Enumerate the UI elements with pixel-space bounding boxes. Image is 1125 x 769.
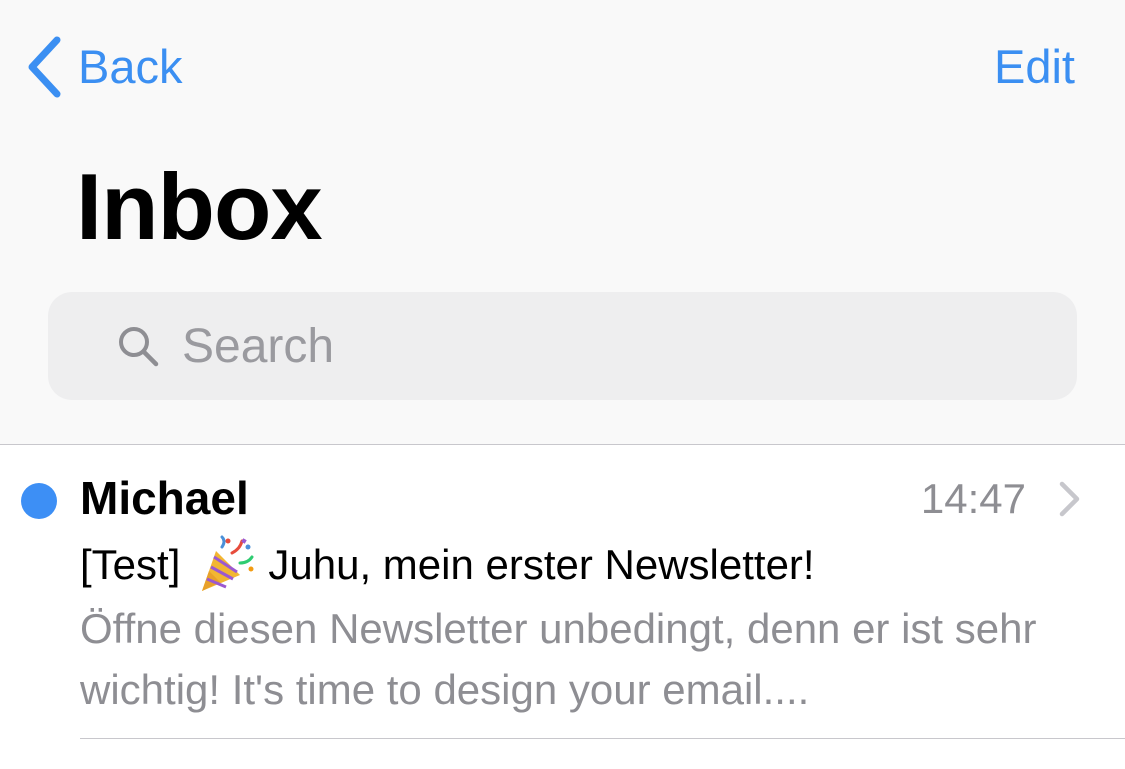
message-subject: [Test] Juhu, mein erster Newsletter!: [80, 535, 815, 595]
back-button-label: Back: [78, 40, 183, 93]
message-time: 14:47: [920, 475, 1026, 522]
edit-button[interactable]: Edit: [994, 34, 1075, 100]
message-subject-prefix: [Test]: [80, 541, 181, 588]
chevron-left-icon: [28, 36, 61, 98]
party-popper-icon: [202, 535, 254, 591]
message-subject-text: Juhu, mein erster Newsletter!: [268, 541, 815, 588]
mail-app: Back Edit Inbox Michael 14:47 [Test]: [0, 0, 1125, 769]
message-preview: Öffne diesen Newsletter unbedingt, denn …: [80, 605, 1037, 713]
search-bar[interactable]: [48, 292, 1077, 400]
navigation-bar: Back Edit Inbox: [0, 0, 1125, 445]
chevron-right-icon: [1059, 481, 1080, 517]
message-sender: Michael: [80, 472, 249, 524]
back-button[interactable]: Back: [24, 34, 183, 100]
unread-indicator: [21, 483, 57, 519]
row-divider: [80, 738, 1125, 739]
page-title: Inbox: [76, 154, 323, 259]
search-input[interactable]: [182, 318, 1032, 374]
search-icon: [119, 327, 159, 367]
